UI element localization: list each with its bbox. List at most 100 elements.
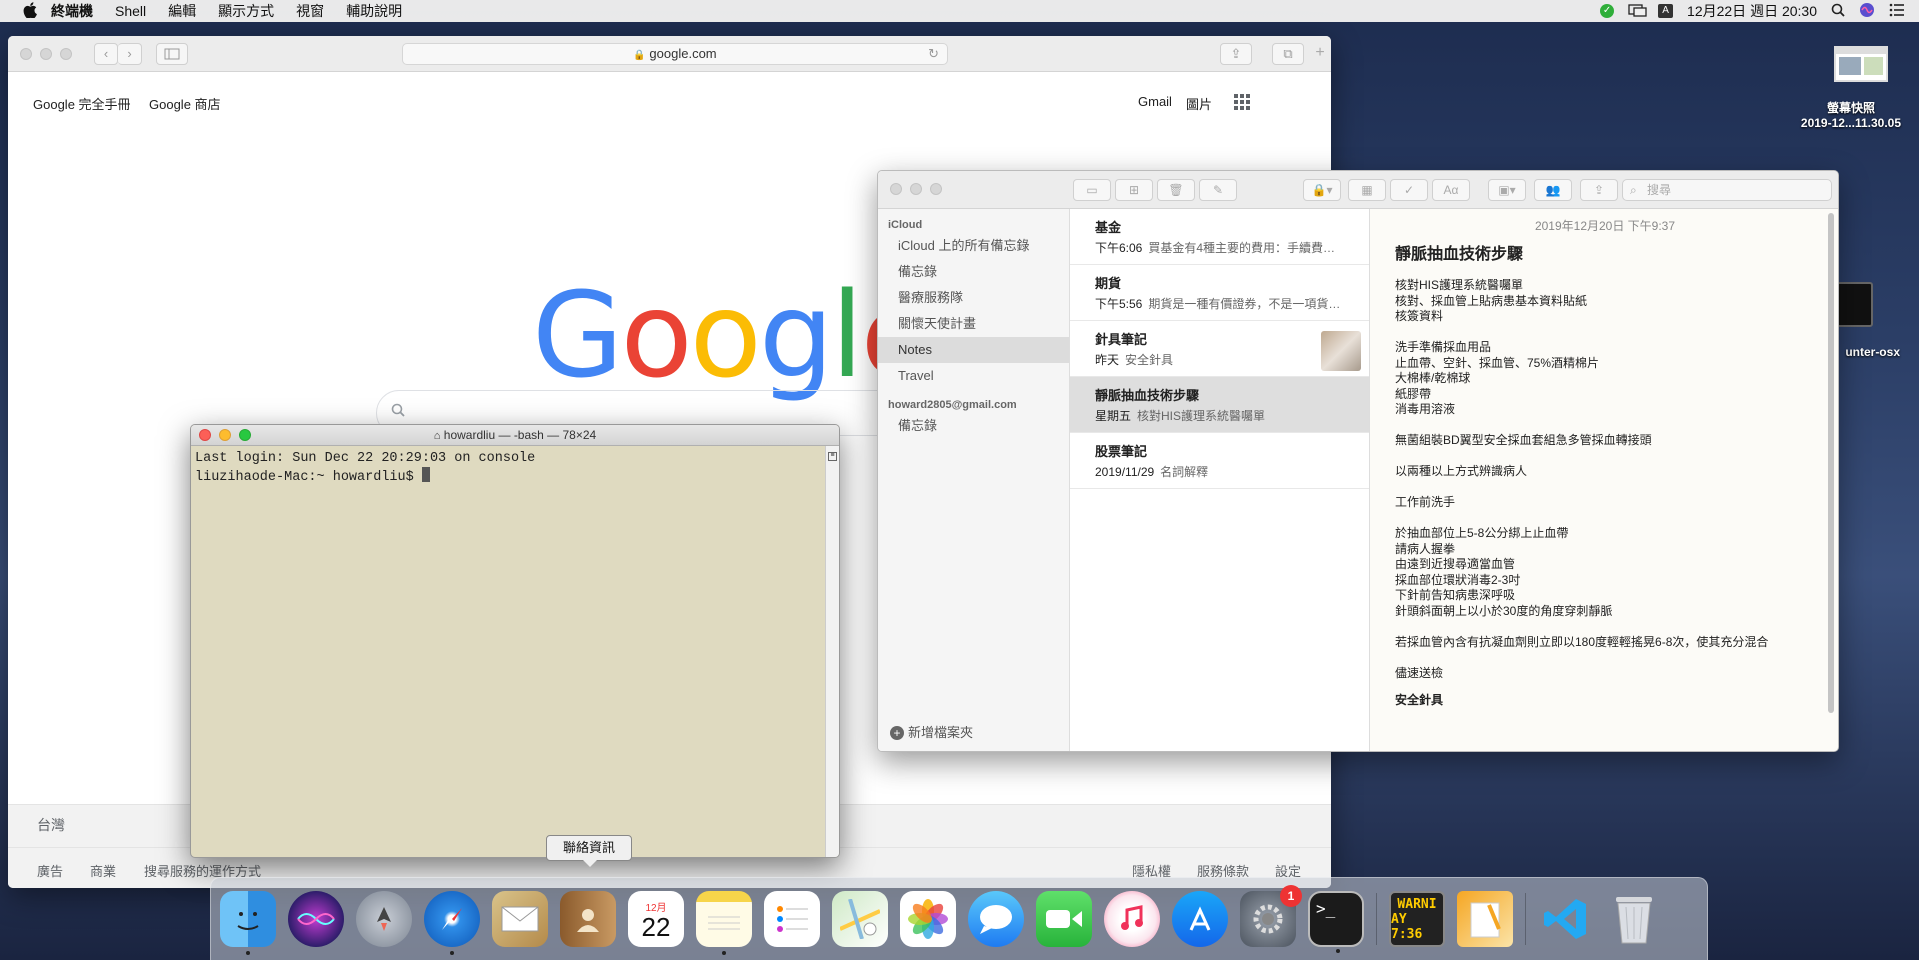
desktop-terminal-file-label[interactable]: unter-osx [1845,345,1900,359]
menu-terminal[interactable]: 終端機 [40,1,104,21]
list-item[interactable]: 期貨 下午5:56 期貨是一種有價證券，不是一項貨… [1070,265,1369,321]
back-button[interactable]: ‹ [94,42,118,65]
menu-edit[interactable]: 編輯 [157,1,207,21]
mail-icon[interactable] [492,891,548,947]
folders-toggle-icon[interactable]: ▭ [1073,179,1111,201]
menubar-clock[interactable]: 12月22日 週日 20:30 [1687,1,1817,21]
minimize-button[interactable] [219,429,231,441]
reminders-icon[interactable] [764,891,820,947]
terminal-titlebar[interactable]: ⌂ howardliu — -bash — 78×24 [191,425,839,446]
finder-icon[interactable] [220,891,276,955]
calendar-icon[interactable]: 12月 22 [628,891,684,947]
zoom-button[interactable] [60,47,72,60]
console-app-icon[interactable]: WARNI AY 7:36 [1389,891,1445,947]
launchpad-icon[interactable] [356,891,412,947]
close-button[interactable] [890,183,902,195]
split-pane-icon[interactable]: ≡ [828,452,837,461]
zoom-button[interactable] [239,429,251,441]
footer-business-link[interactable]: 商業 [90,861,116,880]
messages-icon[interactable] [968,891,1024,947]
images-link[interactable]: 圖片 [1186,94,1212,113]
contacts-icon[interactable] [560,891,616,947]
status-check-icon[interactable]: ✓ [1600,4,1615,18]
folder-item-all-icloud[interactable]: iCloud 上的所有備忘錄 [878,233,1069,259]
safari-toolbar: ‹ › 🔒 google.com ↻ ⇪ ⧉ + [8,36,1331,72]
folder-item-gmail-notes[interactable]: 備忘錄 [878,413,1069,439]
apple-menu-icon[interactable] [20,1,40,21]
gmail-link[interactable]: Gmail [1138,94,1172,109]
new-tab-icon[interactable]: + [1310,44,1330,66]
notes-app-icon[interactable] [696,891,752,955]
minimize-button[interactable] [910,183,922,195]
google-about-link[interactable]: Google 完全手冊 [33,94,131,113]
share-icon[interactable]: ⇪ [1220,43,1252,65]
list-item-selected[interactable]: 靜脈抽血技術步驟 星期五 核對HIS護理系統醫囑單 [1070,377,1369,433]
folder-item-travel[interactable]: Travel [878,363,1069,389]
maps-icon[interactable] [832,891,888,947]
compose-note-icon[interactable]: ✎ [1199,179,1237,201]
music-icon[interactable] [1104,891,1160,947]
note-title: 靜脈抽血技術步驟 [1095,388,1200,403]
vscode-icon[interactable] [1538,891,1594,947]
add-people-icon[interactable]: 👥 [1534,179,1572,201]
zoom-button[interactable] [930,183,942,195]
trash-icon[interactable] [1606,891,1662,947]
terminal-output[interactable]: Last login: Sun Dec 22 20:29:03 on conso… [191,446,839,490]
terminal-scrollbar[interactable]: ≡ [825,446,839,857]
google-store-link[interactable]: Google 商店 [149,94,221,113]
folder-item-medical[interactable]: 醫療服務隊 [878,285,1069,311]
share-note-icon[interactable]: ⇪ [1580,179,1618,201]
forward-button[interactable]: › [118,42,142,65]
sidebar-toggle-icon[interactable] [156,42,188,65]
tabs-overview-icon[interactable]: ⧉ [1272,43,1304,65]
lock-note-icon[interactable]: 🔒▾ [1303,179,1341,201]
note-time: 下午5:56 [1095,297,1143,311]
gallery-view-icon[interactable]: ⊞ [1115,179,1153,201]
system-preferences-icon[interactable]: 1 [1240,885,1302,947]
facetime-icon[interactable] [1036,891,1092,947]
desktop-terminal-file-icon[interactable] [1833,282,1873,327]
app-store-icon[interactable] [1172,891,1228,947]
safari-icon[interactable] [424,891,480,955]
close-button[interactable] [20,47,32,60]
desktop-screenshot-thumbnail[interactable] [1834,46,1888,82]
folder-item-notes-selected[interactable]: Notes [878,337,1069,363]
menu-bar: 終端機 Shell 編輯 顯示方式 視窗 輔助說明 ✓ A 12月22日 週日 … [0,0,1919,22]
pages-document-icon[interactable] [1457,891,1513,947]
new-folder-button[interactable]: + 新增檔案夾 [890,722,973,741]
terminal-app-icon[interactable]: >_ [1308,891,1364,953]
desktop-screenshot-label[interactable]: 螢幕快照 2019-12...11.30.05 [1801,101,1901,131]
spotlight-search-icon[interactable] [1831,3,1845,20]
reload-icon[interactable]: ↻ [928,44,939,64]
note-scrollbar[interactable] [1828,213,1834,713]
input-method-icon[interactable]: A [1658,4,1674,18]
folder-item-notes[interactable]: 備忘錄 [878,259,1069,285]
attach-media-icon[interactable]: ▣▾ [1488,179,1526,201]
menu-window[interactable]: 視窗 [285,1,335,21]
checklist-icon[interactable]: ✓ [1390,179,1428,201]
google-apps-icon[interactable] [1234,94,1250,113]
note-editor[interactable]: 2019年12月20日 下午9:37 靜脈抽血技術步驟 核對HIS護理系統醫囑單… [1370,209,1838,751]
close-button[interactable] [199,429,211,441]
menu-shell[interactable]: Shell [104,3,157,19]
footer-ads-link[interactable]: 廣告 [37,861,63,880]
display-mirroring-icon[interactable] [1628,4,1647,18]
minimize-button[interactable] [40,47,52,60]
format-text-icon[interactable]: Aα [1432,179,1470,201]
list-item[interactable]: 針具筆記 昨天 安全針具 [1070,321,1369,377]
folder-item-angel[interactable]: 關懷天使計畫 [878,311,1069,337]
dock: 12月 22 1 >_ WARNI AY 7:36 [210,877,1708,960]
notification-center-icon[interactable] [1889,3,1905,20]
photos-icon[interactable] [900,891,956,947]
menu-view[interactable]: 顯示方式 [207,1,285,21]
table-icon[interactable]: ▦ [1348,179,1386,201]
siri-icon[interactable] [288,891,344,947]
siri-icon[interactable] [1859,2,1875,21]
address-bar[interactable]: 🔒 google.com ↻ [402,43,948,65]
note-preview: 期貨是一種有價證券，不是一項貨… [1148,297,1341,311]
menu-help[interactable]: 輔助說明 [335,1,413,21]
notes-search-field[interactable]: ⌕ 搜尋 [1622,179,1832,201]
list-item[interactable]: 股票筆記 2019/11/29 名詞解釋 [1070,433,1369,489]
delete-note-icon[interactable]: 🗑 [1157,179,1195,201]
list-item[interactable]: 基金 下午6:06 買基金有4種主要的費用：手續費… [1070,209,1369,265]
